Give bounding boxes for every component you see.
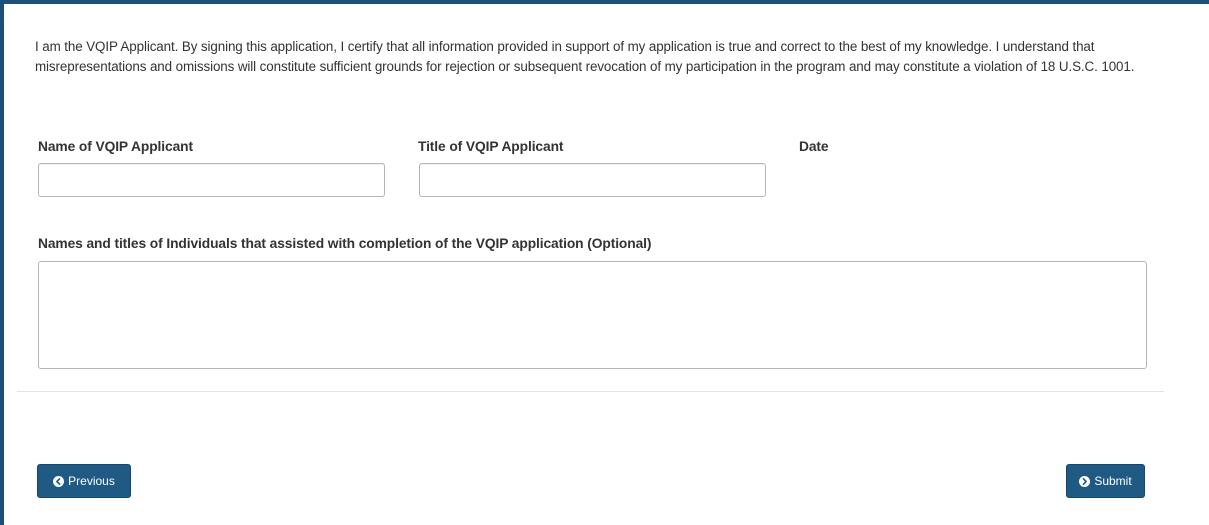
chevron-left-circle-icon xyxy=(53,475,65,487)
previous-button[interactable]: Previous xyxy=(37,464,131,498)
chevron-right-circle-icon xyxy=(1079,475,1091,487)
section-divider xyxy=(17,391,1164,392)
previous-button-label: Previous xyxy=(68,474,115,488)
date-label: Date xyxy=(799,139,829,154)
submit-button-label: Submit xyxy=(1094,474,1132,488)
assisting-individuals-textarea[interactable] xyxy=(38,261,1147,369)
submit-button[interactable]: Submit xyxy=(1066,464,1145,498)
applicant-title-input[interactable] xyxy=(419,163,766,197)
certification-statement: I am the VQIP Applicant. By signing this… xyxy=(35,39,1135,74)
applicant-name-input[interactable] xyxy=(38,163,385,197)
assisting-individuals-label: Names and titles of Individuals that ass… xyxy=(38,236,652,251)
applicant-name-label: Name of VQIP Applicant xyxy=(38,139,193,154)
applicant-title-label: Title of VQIP Applicant xyxy=(418,139,564,154)
application-frame: I am the VQIP Applicant. By signing this… xyxy=(0,0,1209,525)
